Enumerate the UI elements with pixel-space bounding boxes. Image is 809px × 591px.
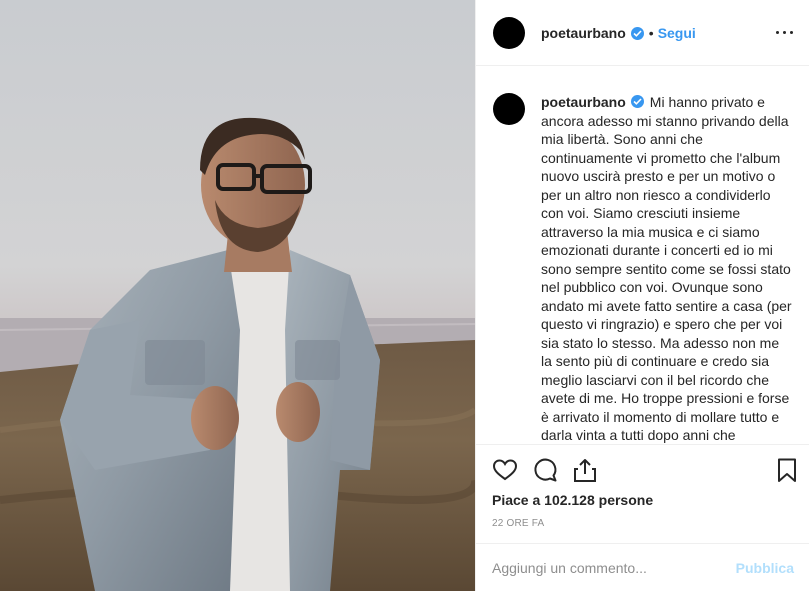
verified-badge-icon	[630, 27, 644, 40]
caption: poetaurbano Mi hanno privato e ancora ade…	[541, 93, 793, 444]
follow-button[interactable]: Segui	[658, 25, 696, 41]
share-icon[interactable]	[572, 457, 598, 483]
heart-icon[interactable]	[492, 457, 518, 483]
bookmark-icon[interactable]	[774, 457, 800, 483]
comment-bar: Pubblica	[476, 543, 809, 591]
post-header: poetaurbano • Segui	[476, 0, 809, 66]
publish-button[interactable]: Pubblica	[736, 560, 794, 576]
post-photo[interactable]	[0, 0, 475, 591]
post-timestamp[interactable]: 22 ORE FA	[492, 518, 544, 529]
post-actions: Piace a 102.128 persone 22 ORE FA	[476, 444, 809, 544]
post-side-panel: poetaurbano • Segui poetaurbano Mi hanno …	[475, 0, 809, 591]
comment-icon[interactable]	[532, 457, 558, 483]
separator-dot: •	[648, 24, 654, 41]
caption-username-link[interactable]: poetaurbano	[541, 94, 626, 110]
verified-badge-icon	[630, 95, 644, 108]
username-link[interactable]: poetaurbano	[541, 25, 626, 41]
likes-count[interactable]: Piace a 102.128 persone	[492, 492, 653, 508]
avatar[interactable]	[493, 93, 525, 125]
caption-text: Mi hanno privato e ancora adesso mi stan…	[541, 94, 792, 443]
avatar[interactable]	[493, 16, 525, 49]
caption-section: poetaurbano Mi hanno privato e ancora ade…	[476, 67, 809, 444]
comment-input[interactable]	[492, 557, 722, 579]
more-options-icon[interactable]	[776, 25, 794, 41]
